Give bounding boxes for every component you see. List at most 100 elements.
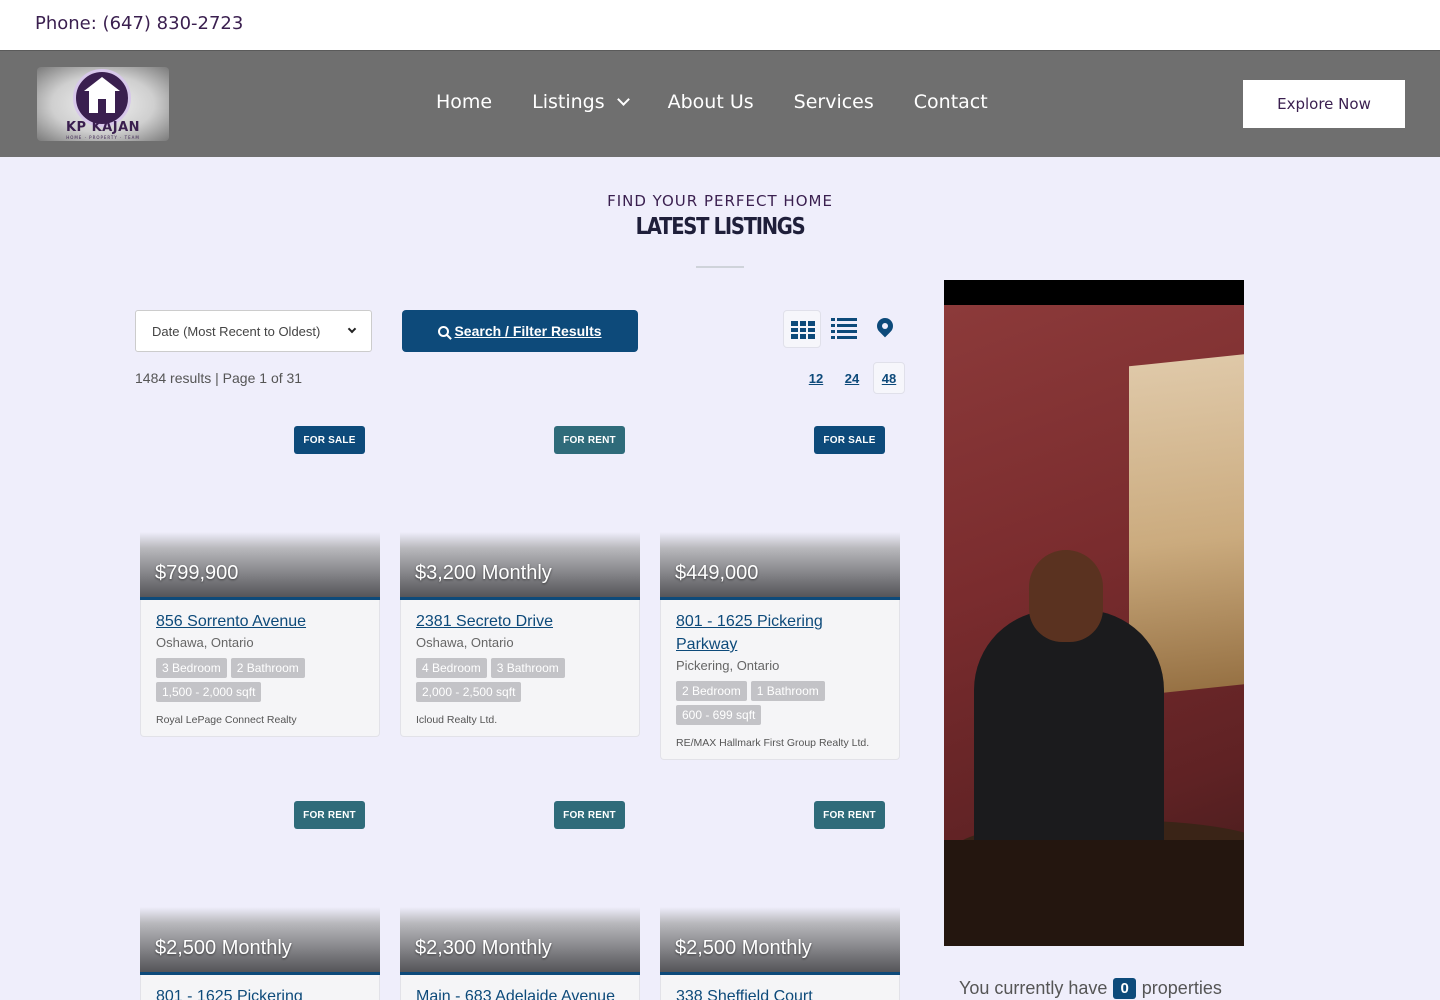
listing-price: $449,000 bbox=[675, 562, 759, 584]
nav-item-label: Home bbox=[436, 91, 493, 113]
feature-chips: 4 Bedroom 3 Bathroom 2,000 - 2,500 sqft bbox=[416, 658, 624, 702]
results-summary: 1484 results | Page 1 of 31 bbox=[135, 370, 303, 386]
status-badge: FOR SALE bbox=[294, 426, 365, 454]
listing-details: 801 - 1625 Pickering Parkway Pickering, … bbox=[660, 600, 900, 760]
feature-chips: 3 Bedroom 2 Bathroom 1,500 - 2,000 sqft bbox=[156, 658, 364, 702]
per-page-48[interactable]: 48 bbox=[873, 362, 905, 394]
sort-select-value: Date (Most Recent to Oldest) bbox=[152, 323, 321, 339]
saved-properties-note: You currently have 0 properties bbox=[959, 978, 1222, 999]
status-badge: FOR RENT bbox=[814, 801, 885, 829]
nav-item-listings[interactable]: Listings bbox=[532, 91, 630, 113]
listing-city: Pickering, Ontario bbox=[676, 658, 780, 673]
listing-broker: RE/MAX Hallmark First Group Realty Ltd. bbox=[676, 737, 870, 749]
explore-now-button[interactable]: Explore Now bbox=[1243, 80, 1405, 128]
grid-cells bbox=[791, 321, 815, 339]
photo-head bbox=[1029, 550, 1103, 642]
listing-card[interactable]: FOR RENT $2,300 Monthly Main - 683 Adela… bbox=[400, 785, 640, 1000]
price-band: $449,000 bbox=[660, 532, 900, 600]
section-eyebrow: FIND YOUR PERFECT HOME bbox=[607, 192, 833, 210]
nav-menu: Home Listings About Us Services Contact bbox=[436, 91, 1028, 113]
status-badge: FOR SALE bbox=[814, 426, 885, 454]
listing-image[interactable]: FOR RENT $2,500 Monthly bbox=[140, 785, 380, 975]
listing-price: $2,500 Monthly bbox=[155, 937, 292, 959]
bathroom-chip: 1 Bathroom bbox=[750, 681, 825, 701]
listing-image[interactable]: FOR RENT $3,200 Monthly bbox=[400, 410, 640, 600]
listing-city: Oshawa, Ontario bbox=[416, 635, 514, 650]
bathroom-chip: 2 Bathroom bbox=[230, 658, 305, 678]
bedroom-chip: 3 Bedroom bbox=[156, 658, 227, 678]
listing-details: 2381 Secreto Drive Oshawa, Ontario 4 Bed… bbox=[400, 600, 640, 737]
listing-details: Main - 683 Adelaide Avenue bbox=[400, 975, 640, 1000]
listing-address-link[interactable]: 338 Sheffield Court bbox=[676, 985, 884, 1000]
listing-card[interactable]: FOR RENT $2,500 Monthly 338 Sheffield Co… bbox=[660, 785, 900, 1000]
sqft-chip: 1,500 - 2,000 sqft bbox=[156, 682, 262, 702]
map-pin-shape bbox=[873, 314, 897, 338]
nav-item-label: Listings bbox=[532, 91, 605, 113]
listing-image[interactable]: FOR SALE $799,900 bbox=[140, 410, 380, 600]
search-icon bbox=[438, 325, 450, 337]
listing-details: 801 - 1625 Pickering bbox=[140, 975, 380, 1000]
price-band: $2,300 Monthly bbox=[400, 907, 640, 975]
phone-number[interactable]: Phone: (647) 830-2723 bbox=[35, 13, 243, 34]
bedroom-chip: 4 Bedroom bbox=[416, 658, 487, 678]
grid-view-icon[interactable] bbox=[783, 310, 821, 348]
logo-tagline: HOME · PROPERTY · TEAM bbox=[66, 135, 140, 140]
listing-image[interactable]: FOR RENT $2,500 Monthly bbox=[660, 785, 900, 975]
listing-card[interactable]: FOR SALE $449,000 801 - 1625 Pickering P… bbox=[660, 410, 900, 760]
listing-address-link[interactable]: Main - 683 Adelaide Avenue bbox=[416, 985, 624, 1000]
listing-details: 856 Sorrento Avenue Oshawa, Ontario 3 Be… bbox=[140, 600, 380, 737]
search-filter-label: Search / Filter Results bbox=[454, 323, 602, 339]
listing-image[interactable]: FOR RENT $2,300 Monthly bbox=[400, 785, 640, 975]
listing-card[interactable]: FOR RENT $3,200 Monthly 2381 Secreto Dri… bbox=[400, 410, 640, 737]
nav-item-services[interactable]: Services bbox=[794, 91, 874, 113]
main-navbar: KP KAJAN HOME · PROPERTY · TEAM Home Lis… bbox=[0, 50, 1440, 157]
nav-item-contact[interactable]: Contact bbox=[914, 91, 988, 113]
top-bar: Phone: (647) 830-2723 bbox=[0, 0, 1440, 50]
listing-image[interactable]: FOR SALE $449,000 bbox=[660, 410, 900, 600]
title-divider bbox=[696, 266, 744, 268]
house-roof-icon bbox=[84, 77, 120, 91]
price-band: $3,200 Monthly bbox=[400, 532, 640, 600]
price-band: $2,500 Monthly bbox=[660, 907, 900, 975]
sqft-chip: 2,000 - 2,500 sqft bbox=[416, 682, 522, 702]
list-view-icon[interactable] bbox=[831, 318, 857, 340]
status-badge: FOR RENT bbox=[294, 801, 365, 829]
photo-tabletop bbox=[944, 840, 1244, 946]
bathroom-chip: 3 Bathroom bbox=[490, 658, 565, 678]
per-page-24[interactable]: 24 bbox=[836, 362, 868, 394]
listing-broker: Royal LePage Connect Realty bbox=[156, 714, 297, 726]
price-band: $2,500 Monthly bbox=[140, 907, 380, 975]
listing-address-link[interactable]: 2381 Secreto Drive bbox=[416, 610, 624, 633]
logo-text: KP KAJAN bbox=[65, 120, 141, 135]
section-title: LATEST LISTINGS bbox=[635, 214, 806, 240]
nav-item-label: Contact bbox=[913, 91, 988, 113]
listing-broker: Icloud Realty Ltd. bbox=[416, 714, 498, 726]
listing-card[interactable]: FOR SALE $799,900 856 Sorrento Avenue Os… bbox=[140, 410, 380, 737]
chevron-down-icon bbox=[616, 92, 630, 106]
listing-details: 338 Sheffield Court bbox=[660, 975, 900, 1000]
listing-price: $3,200 Monthly bbox=[415, 562, 552, 584]
cart-prefix: You currently have bbox=[959, 978, 1108, 998]
sqft-chip: 600 - 699 sqft bbox=[676, 705, 762, 725]
nav-item-about-us[interactable]: About Us bbox=[668, 91, 754, 113]
listing-address-link[interactable]: 801 - 1625 Pickering bbox=[156, 985, 364, 1000]
listing-address-link[interactable]: 856 Sorrento Avenue bbox=[156, 610, 364, 633]
status-badge: FOR RENT bbox=[554, 426, 625, 454]
cart-count-badge[interactable]: 0 bbox=[1113, 978, 1136, 999]
door-icon bbox=[98, 99, 106, 113]
chevron-down-icon bbox=[347, 324, 357, 334]
sort-select[interactable]: Date (Most Recent to Oldest) bbox=[135, 310, 372, 352]
map-pin-icon[interactable] bbox=[873, 314, 897, 342]
site-logo[interactable]: KP KAJAN HOME · PROPERTY · TEAM bbox=[37, 67, 169, 141]
status-badge: FOR RENT bbox=[554, 801, 625, 829]
search-filter-button[interactable]: Search / Filter Results bbox=[402, 310, 638, 352]
listing-address-link[interactable]: 801 - 1625 Pickering Parkway bbox=[676, 610, 884, 656]
nav-item-label: Services bbox=[793, 91, 874, 113]
bedroom-chip: 2 Bedroom bbox=[676, 681, 747, 701]
listing-card[interactable]: FOR RENT $2,500 Monthly 801 - 1625 Picke… bbox=[140, 785, 380, 1000]
feature-chips: 2 Bedroom 1 Bathroom 600 - 699 sqft bbox=[676, 681, 884, 725]
per-page-12[interactable]: 12 bbox=[800, 362, 832, 394]
nav-item-label: About Us bbox=[667, 91, 754, 113]
nav-item-home[interactable]: Home bbox=[436, 91, 492, 113]
listing-price: $799,900 bbox=[155, 562, 239, 584]
